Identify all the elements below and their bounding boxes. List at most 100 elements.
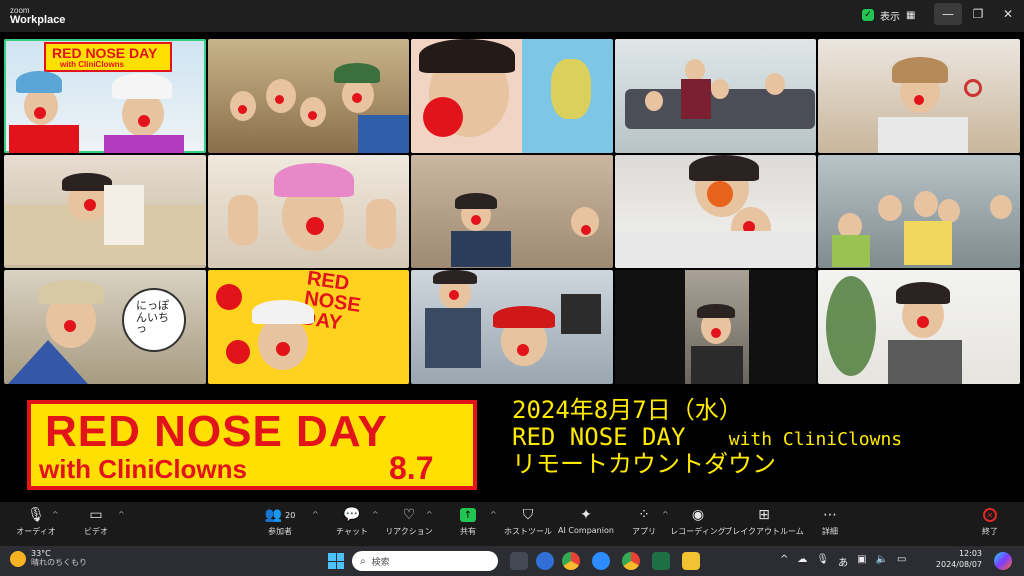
system-clock[interactable]: 12:03 2024/08/07 <box>922 549 982 571</box>
participants-options-caret[interactable]: ^ <box>312 510 319 519</box>
video-tile[interactable] <box>818 154 1020 269</box>
app-icon[interactable] <box>536 552 554 570</box>
chevron-up-icon[interactable]: ^ <box>780 554 788 569</box>
volume-icon[interactable]: 🔈 <box>876 554 888 569</box>
breakout-grid-icon: ⊞ <box>758 507 770 523</box>
view-button[interactable]: ✓ 表示 ▦ <box>854 5 923 25</box>
share-button[interactable]: ↑ 共有 <box>440 506 496 537</box>
maximize-button[interactable]: ❐ <box>964 3 992 25</box>
video-tile[interactable]: RED NOSE DAY with CliniClowns <box>4 39 206 153</box>
red-nose <box>581 224 592 235</box>
video-tile[interactable]: RED NOSE DAY <box>207 270 410 384</box>
weather-condition: 晴れのちくもり <box>31 557 87 567</box>
video-options-caret[interactable]: ^ <box>118 510 125 519</box>
heart-icon: ♡ <box>402 507 416 523</box>
video-tile[interactable] <box>818 39 1020 153</box>
close-button[interactable]: ✕ <box>994 3 1022 25</box>
video-tile[interactable] <box>411 39 613 153</box>
video-tile[interactable] <box>818 270 1020 384</box>
search-icon: ⌕ <box>360 555 366 567</box>
red-nose <box>34 107 46 119</box>
hat <box>112 73 172 99</box>
title-bar: zoom Workplace ✓ 表示 ▦ — ❐ ✕ <box>0 0 1024 32</box>
beret <box>493 306 556 329</box>
video-tile[interactable] <box>411 270 613 384</box>
taskbar-search[interactable]: ⌕ 検索 <box>352 551 498 571</box>
video-tile[interactable] <box>4 154 206 269</box>
network-icon[interactable]: ▣ <box>857 554 866 569</box>
logo-title: RED NOSE DAY <box>45 407 388 456</box>
participants-button[interactable]: 👥 20 参加者 <box>252 506 308 537</box>
meeting-toolbar: 🎙 オーディオ ^ ▭ ビデオ ^ 👥 20 参加者 ^ 💬 チャット ^ ♡ リ… <box>0 502 1024 546</box>
video-tile[interactable] <box>207 154 410 269</box>
video-tile[interactable]: にっぽんいちっ <box>4 270 206 384</box>
excel-icon[interactable] <box>652 552 670 570</box>
end-button[interactable]: ✕ 終了 <box>962 506 1018 537</box>
banner-sign: RED NOSE DAY with CliniClowns <box>44 42 172 72</box>
weather-sun-icon <box>10 550 26 567</box>
logo-bottom: Workplace <box>10 13 66 26</box>
file-explorer-icon[interactable] <box>682 552 700 570</box>
participants-icon: 👥 <box>264 507 283 523</box>
cloud-icon[interactable]: ☁ <box>797 554 807 569</box>
chat-options-caret[interactable]: ^ <box>372 510 379 519</box>
logo-date: 8.7 <box>389 450 434 486</box>
video-tile[interactable] <box>614 39 817 153</box>
sign-line2: with CliniClowns <box>60 60 124 69</box>
red-nose <box>351 93 362 103</box>
red-nose <box>307 111 317 120</box>
zoom-logo: zoom Workplace <box>10 6 66 26</box>
apps-options-caret[interactable]: ^ <box>662 510 669 519</box>
share-options-caret[interactable]: ^ <box>490 510 497 519</box>
video-tile[interactable] <box>207 39 410 153</box>
logo-subtitle: with CliniClowns <box>39 454 247 484</box>
microphone-icon: 🎙 <box>27 507 45 523</box>
more-icon: ⋯ <box>823 507 837 523</box>
chrome-icon[interactable] <box>562 552 580 570</box>
sparkle-icon: ✦ <box>580 507 592 523</box>
task-view-icon[interactable] <box>510 552 528 570</box>
copilot-icon[interactable] <box>994 552 1012 570</box>
event-subtitle: リモートカウントダウン <box>512 450 776 478</box>
start-button[interactable] <box>328 553 344 569</box>
microphone-icon[interactable]: 🎙 <box>816 554 829 569</box>
clock-time: 12:03 <box>958 549 982 558</box>
zoom-icon[interactable] <box>592 552 610 570</box>
ai-companion-button[interactable]: ✦ AI Companion <box>558 506 614 535</box>
video-gallery: RED NOSE DAY with CliniClowns にっぽんいちっ RE… <box>4 39 1020 384</box>
red-nose <box>274 95 284 104</box>
event-caption: 2024年8月7日（水） RED NOSE DAY with CliniClow… <box>512 398 902 476</box>
video-tile[interactable] <box>614 154 817 269</box>
grid-icon: ▦ <box>906 9 916 21</box>
video-button[interactable]: ▭ ビデオ <box>68 506 124 537</box>
record-icon: ◉ <box>691 507 705 523</box>
battery-icon[interactable]: ▭ <box>897 554 906 569</box>
video-tile[interactable] <box>614 270 817 384</box>
more-button[interactable]: ⋯ 詳細 <box>802 506 858 537</box>
system-tray: ^ ☁ 🎙 あ ▣ 🔈 ▭ <box>780 554 906 569</box>
participants-count: 20 <box>285 510 296 520</box>
handwritten-sign: にっぽんいちっ <box>136 299 169 336</box>
event-date: 2024年8月7日（水） <box>512 396 743 424</box>
reactions-options-caret[interactable]: ^ <box>426 510 433 519</box>
minimize-button[interactable]: — <box>934 3 962 25</box>
apps-icon: ⁘ <box>638 507 650 523</box>
chrome-icon[interactable] <box>622 552 640 570</box>
red-nose <box>423 97 464 137</box>
audio-options-caret[interactable]: ^ <box>52 510 59 519</box>
event-title: RED NOSE DAY <box>512 423 686 451</box>
red-nose <box>275 342 290 357</box>
red-nose <box>237 105 247 114</box>
weather-widget[interactable]: 33°C 晴れのちくもり <box>10 549 87 568</box>
view-label: 表示 <box>880 11 900 23</box>
host-tools-button[interactable]: ⛉ ホストツール <box>500 506 556 537</box>
breakout-rooms-button[interactable]: ⊞ ブレイクアウトルーム <box>724 506 804 537</box>
hat <box>16 71 62 93</box>
ime-indicator[interactable]: あ <box>838 554 848 569</box>
poster-text: RED NOSE DAY <box>299 270 362 335</box>
hat <box>38 280 104 305</box>
hat <box>251 300 314 325</box>
video-tile[interactable] <box>411 154 613 269</box>
recording-button[interactable]: ◉ レコーディング <box>670 506 726 537</box>
search-placeholder: 検索 <box>371 557 390 568</box>
